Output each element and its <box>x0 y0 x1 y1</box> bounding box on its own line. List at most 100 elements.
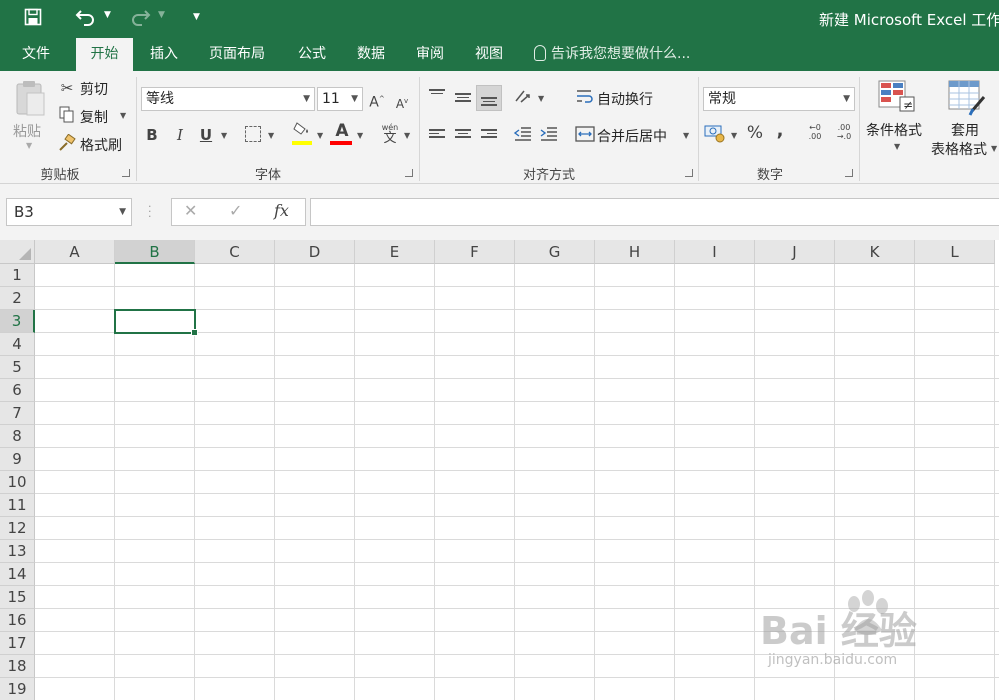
borders-icon[interactable] <box>245 126 261 142</box>
column-header-d[interactable]: D <box>275 240 355 264</box>
enter-icon[interactable]: ✓ <box>229 201 242 220</box>
row-header-18[interactable]: 18 <box>0 655 35 678</box>
number-launcher-icon[interactable] <box>845 169 853 177</box>
column-header-e[interactable]: E <box>355 240 435 264</box>
row-header-17[interactable]: 17 <box>0 632 35 655</box>
row-header-10[interactable]: 10 <box>0 471 35 494</box>
row-header-19[interactable]: 19 <box>0 678 35 700</box>
percent-button[interactable]: % <box>745 123 765 143</box>
merge-dropdown-icon[interactable]: ▼ <box>683 131 689 140</box>
italic-button[interactable]: I <box>172 125 188 145</box>
tab-file[interactable]: 文件 <box>8 38 64 71</box>
accounting-format-icon[interactable] <box>704 123 726 148</box>
row-header-4[interactable]: 4 <box>0 333 35 356</box>
orientation-icon[interactable] <box>513 87 533 111</box>
increase-indent-icon[interactable] <box>539 125 559 148</box>
tab-page-layout[interactable]: 页面布局 <box>198 38 276 71</box>
font-size-select[interactable]: 11 ▼ <box>317 87 363 111</box>
tab-view[interactable]: 视图 <box>463 38 515 71</box>
number-format-select[interactable]: 常规 ▼ <box>703 87 855 111</box>
row-header-11[interactable]: 11 <box>0 494 35 517</box>
copy-button[interactable]: 复制 <box>80 107 108 127</box>
column-header-h[interactable]: H <box>595 240 675 264</box>
column-header-k[interactable]: K <box>835 240 915 264</box>
column-header-c[interactable]: C <box>195 240 275 264</box>
customize-qat-icon[interactable]: ▼ <box>193 12 200 22</box>
top-align-icon[interactable] <box>429 89 445 101</box>
format-as-table-label-1[interactable]: 套用 <box>951 120 979 140</box>
middle-align-icon[interactable] <box>455 93 471 105</box>
row-header-16[interactable]: 16 <box>0 609 35 632</box>
paste-icon[interactable] <box>13 79 47 119</box>
row-header-1[interactable]: 1 <box>0 264 35 287</box>
font-color-dropdown-icon[interactable]: ▼ <box>357 131 363 140</box>
tab-data[interactable]: 数据 <box>345 38 397 71</box>
row-header-6[interactable]: 6 <box>0 379 35 402</box>
increase-font-size-icon[interactable]: A^ <box>369 89 385 113</box>
align-center-icon[interactable] <box>455 129 471 141</box>
paste-button[interactable]: 粘贴 <box>13 121 41 141</box>
fill-color-dropdown-icon[interactable]: ▼ <box>317 131 323 140</box>
increase-decimal-icon[interactable]: ←0.00 <box>803 123 827 141</box>
decrease-decimal-icon[interactable]: .00 →.0 <box>832 123 856 141</box>
column-header-a[interactable]: A <box>35 240 115 264</box>
row-header-7[interactable]: 7 <box>0 402 35 425</box>
conditional-format-dropdown-icon[interactable]: ▼ <box>894 142 900 151</box>
splitter-handle-icon[interactable]: · · · <box>148 201 152 222</box>
format-painter-button[interactable]: 格式刷 <box>80 135 122 155</box>
tell-me-box[interactable]: 告诉我您想要做什么... <box>534 38 690 71</box>
orientation-dropdown-icon[interactable]: ▼ <box>538 94 544 103</box>
redo-dropdown-icon[interactable]: ▼ <box>158 10 165 20</box>
column-header-l[interactable]: L <box>915 240 995 264</box>
merge-center-button[interactable]: 合并后居中 <box>597 126 667 146</box>
font-name-select[interactable]: 等线 ▼ <box>141 87 315 111</box>
cut-button[interactable]: 剪切 <box>80 79 108 99</box>
insert-function-button[interactable]: fx <box>274 201 289 220</box>
conditional-format-button[interactable]: 条件格式 <box>866 120 922 140</box>
font-launcher-icon[interactable] <box>405 169 413 177</box>
phonetic-dropdown-icon[interactable]: ▼ <box>404 131 410 140</box>
copy-dropdown-icon[interactable]: ▼ <box>120 111 126 120</box>
align-left-icon[interactable] <box>429 129 445 141</box>
cancel-icon[interactable]: ✕ <box>184 201 197 220</box>
accounting-dropdown-icon[interactable]: ▼ <box>731 131 737 140</box>
save-icon[interactable] <box>22 8 44 30</box>
paste-dropdown-icon[interactable]: ▼ <box>26 141 32 150</box>
undo-dropdown-icon[interactable]: ▼ <box>104 10 111 20</box>
column-header-g[interactable]: G <box>515 240 595 264</box>
column-header-f[interactable]: F <box>435 240 515 264</box>
redo-icon[interactable] <box>128 8 152 30</box>
undo-icon[interactable] <box>74 8 98 30</box>
underline-dropdown-icon[interactable]: ▼ <box>221 131 227 140</box>
row-header-2[interactable]: 2 <box>0 287 35 310</box>
decrease-font-size-icon[interactable]: Av <box>394 91 410 114</box>
bold-button[interactable]: B <box>144 125 160 145</box>
tab-review[interactable]: 审阅 <box>404 38 456 71</box>
row-header-13[interactable]: 13 <box>0 540 35 563</box>
row-header-3[interactable]: 3 <box>0 310 35 333</box>
underline-button[interactable]: U <box>198 125 214 145</box>
active-cell[interactable] <box>114 309 198 336</box>
wrap-text-button[interactable]: 自动换行 <box>597 89 653 109</box>
column-header-i[interactable]: I <box>675 240 755 264</box>
formula-input[interactable] <box>310 198 999 226</box>
select-all-button[interactable] <box>0 240 35 264</box>
row-header-8[interactable]: 8 <box>0 425 35 448</box>
phonetic-icon[interactable]: wén 文 <box>380 123 400 145</box>
column-header-b[interactable]: B <box>115 240 195 264</box>
align-right-icon[interactable] <box>481 129 497 141</box>
column-header-j[interactable]: J <box>755 240 835 264</box>
format-as-table-dropdown-icon[interactable]: ▼ <box>991 144 997 153</box>
name-box[interactable]: B3 ▼ <box>6 198 132 226</box>
tab-formulas[interactable]: 公式 <box>286 38 338 71</box>
row-header-9[interactable]: 9 <box>0 448 35 471</box>
font-color-button[interactable]: A <box>332 121 352 141</box>
fill-color-icon[interactable] <box>292 121 312 142</box>
clipboard-launcher-icon[interactable] <box>122 169 130 177</box>
comma-style-button[interactable]: , <box>773 121 787 141</box>
row-header-12[interactable]: 12 <box>0 517 35 540</box>
row-header-15[interactable]: 15 <box>0 586 35 609</box>
borders-dropdown-icon[interactable]: ▼ <box>268 131 274 140</box>
decrease-indent-icon[interactable] <box>513 125 533 148</box>
format-as-table-label-2[interactable]: 表格格式 <box>931 139 987 159</box>
